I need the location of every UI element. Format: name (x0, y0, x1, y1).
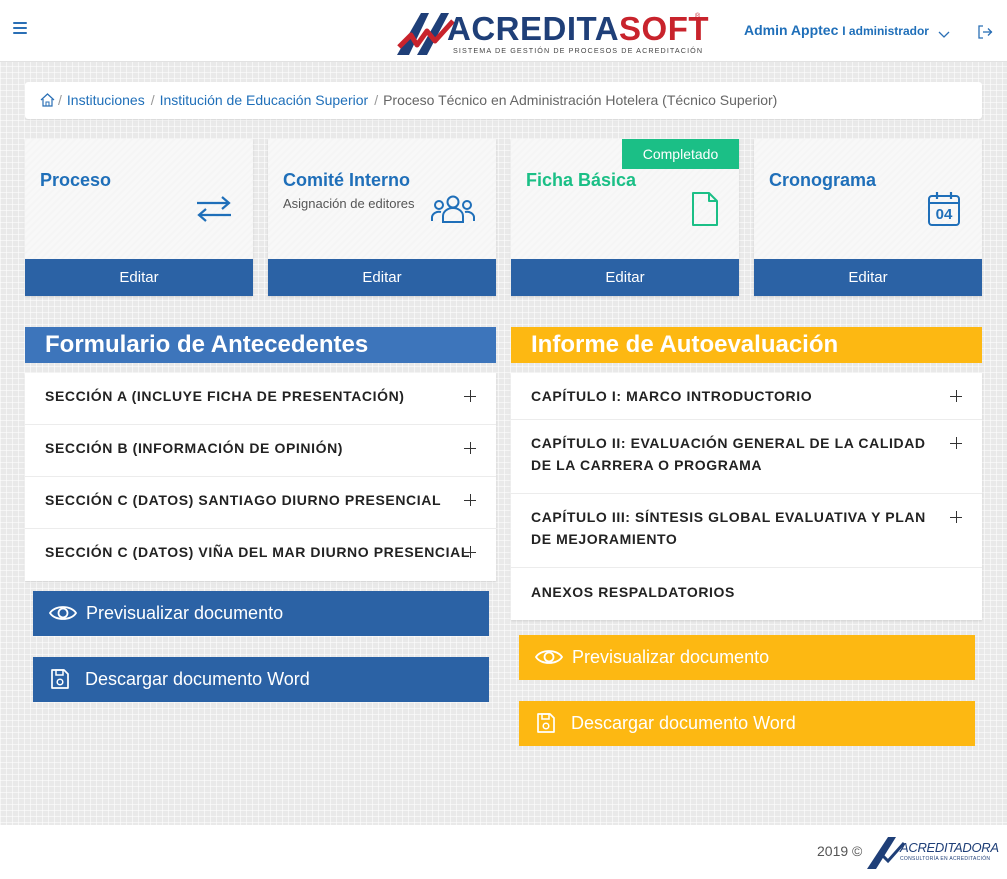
footer: 2019 © ACREDITADORA Consultoría en Acred… (0, 825, 1007, 879)
plus-icon[interactable] (464, 494, 476, 506)
logo-word-1: ACREDITA (447, 10, 620, 47)
card-comite-interno: Comité Interno Asignación de editores Ed… (268, 139, 496, 296)
swap-arrows-icon (197, 196, 231, 222)
download-button-antecedentes[interactable]: Descargar documento Word (33, 657, 489, 702)
logo-mark-icon (397, 13, 455, 55)
edit-button-comite[interactable]: Editar (268, 259, 496, 296)
floppy-icon (537, 713, 555, 733)
user-name: Admin Apptec (744, 22, 839, 38)
download-label: Descargar documento Word (85, 669, 310, 689)
calendar-icon: 04 (927, 191, 961, 227)
acreditadora-logo[interactable]: ACREDITADORA Consultoría en Acreditación (866, 833, 999, 871)
card-ficha-basica: Completado Ficha Básica Editar (511, 139, 739, 296)
list-item-label: SECCIÓN C (DATOS) SANTIAGO DIURNO PRESEN… (45, 492, 442, 508)
chevron-down-icon[interactable] (937, 27, 951, 41)
list-item-label: SECCIÓN A (INCLUYE FICHA DE PRESENTACIÓN… (45, 388, 405, 404)
list-item[interactable]: SECCIÓN C (DATOS) SANTIAGO DIURNO PRESEN… (25, 477, 496, 529)
card-title: Proceso (40, 170, 112, 190)
menu-icon[interactable] (13, 22, 27, 34)
card-subtitle: Asignación de editores (283, 196, 415, 211)
logout-icon[interactable] (977, 24, 993, 40)
breadcrumb-separator: / (374, 92, 379, 108)
breadcrumb-separator: / (58, 92, 62, 108)
breadcrumb-link-instituciones[interactable]: Instituciones (67, 92, 145, 108)
breadcrumb-link-institucion[interactable]: Institución de Educación Superior (160, 92, 369, 108)
edit-button-cronograma[interactable]: Editar (754, 259, 982, 296)
eye-icon (49, 606, 77, 620)
document-icon (692, 192, 718, 226)
home-icon[interactable] (40, 93, 55, 107)
breadcrumb-separator: / (150, 92, 155, 108)
list-item[interactable]: CAPÍTULO II: EVALUACIÓN GENERAL DE LA CA… (511, 420, 982, 494)
list-item-label: CAPÍTULO II: EVALUACIÓN GENERAL DE LA CA… (531, 435, 926, 473)
eye-icon (535, 650, 563, 664)
plus-icon[interactable] (950, 437, 962, 449)
download-label: Descargar documento Word (571, 713, 796, 733)
breadcrumb-current: Proceso Técnico en Administración Hotele… (383, 92, 778, 108)
status-badge: Completado (622, 139, 739, 169)
panel-title-autoevaluacion: Informe de Autoevaluación (511, 327, 982, 363)
logo-registered: ® (695, 13, 701, 20)
user-role: I administrador (842, 24, 929, 38)
top-bar: ACREDITASOFT ® Sistema de gestión de pro… (0, 0, 1007, 62)
copyright-text: 2019 © (817, 843, 863, 859)
plus-icon[interactable] (464, 442, 476, 454)
list-item[interactable]: SECCIÓN C (DATOS) VIÑA DEL MAR DIURNO PR… (25, 529, 496, 581)
edit-button-proceso[interactable]: Editar (25, 259, 253, 296)
list-item-label: ANEXOS RESPALDATORIOS (531, 584, 735, 600)
card-cronograma: Cronograma 04 Editar (754, 139, 982, 296)
plus-icon[interactable] (464, 390, 476, 402)
card-title: Cronograma (769, 170, 877, 190)
preview-label: Previsualizar documento (572, 647, 770, 667)
panel-title-antecedentes: Formulario de Antecedentes (25, 327, 496, 363)
list-item[interactable]: CAPÍTULO I: MARCO INTRODUCTORIO (511, 373, 982, 420)
user-menu[interactable]: Admin Apptec I administrador (744, 22, 929, 38)
calendar-day: 04 (935, 206, 953, 223)
list-item-label: SECCIÓN C (DATOS) VIÑA DEL MAR DIURNO PR… (45, 544, 470, 560)
list-item-label: CAPÍTULO I: MARCO INTRODUCTORIO (531, 388, 813, 404)
list-item-label: CAPÍTULO III: SÍNTESIS GLOBAL EVALUATIVA… (531, 509, 926, 547)
breadcrumb: / Instituciones / Institución de Educación … (25, 82, 982, 119)
card-title: Ficha Básica (526, 170, 637, 190)
plus-icon[interactable] (950, 511, 962, 523)
list-item[interactable]: CAPÍTULO III: SÍNTESIS GLOBAL EVALUATIVA… (511, 494, 982, 568)
acreditadora-tagline: Consultoría en Acreditación (900, 856, 991, 862)
antecedentes-list: SECCIÓN A (INCLUYE FICHA DE PRESENTACIÓN… (25, 373, 496, 581)
edit-button-ficha[interactable]: Editar (511, 259, 739, 296)
plus-icon[interactable] (464, 546, 476, 558)
list-item-label: SECCIÓN B (INFORMACIÓN DE OPINIÓN) (45, 440, 344, 456)
acreditasoft-logo[interactable]: ACREDITASOFT ® Sistema de gestión de pro… (395, 7, 709, 59)
autoevaluacion-list: CAPÍTULO I: MARCO INTRODUCTORIO CAPÍTULO… (511, 373, 982, 620)
card-title: Comité Interno (283, 170, 411, 190)
logo-tagline: Sistema de gestión de procesos de acredi… (453, 46, 704, 55)
list-item[interactable]: SECCIÓN B (INFORMACIÓN DE OPINIÓN) (25, 425, 496, 477)
preview-button-autoevaluacion[interactable]: Previsualizar documento (519, 635, 975, 680)
floppy-icon (51, 669, 69, 689)
download-button-autoevaluacion[interactable]: Descargar documento Word (519, 701, 975, 746)
preview-button-antecedentes[interactable]: Previsualizar documento (33, 591, 489, 636)
group-icon (431, 195, 475, 223)
card-proceso: Proceso Editar (25, 139, 253, 296)
preview-label: Previsualizar documento (86, 603, 284, 623)
list-item[interactable]: ANEXOS RESPALDATORIOS (511, 568, 982, 620)
list-item[interactable]: SECCIÓN A (INCLUYE FICHA DE PRESENTACIÓN… (25, 373, 496, 425)
plus-icon[interactable] (950, 390, 962, 402)
logo-wordmark: ACREDITASOFT (447, 11, 709, 47)
acreditadora-wordmark: ACREDITADORA (900, 840, 999, 855)
